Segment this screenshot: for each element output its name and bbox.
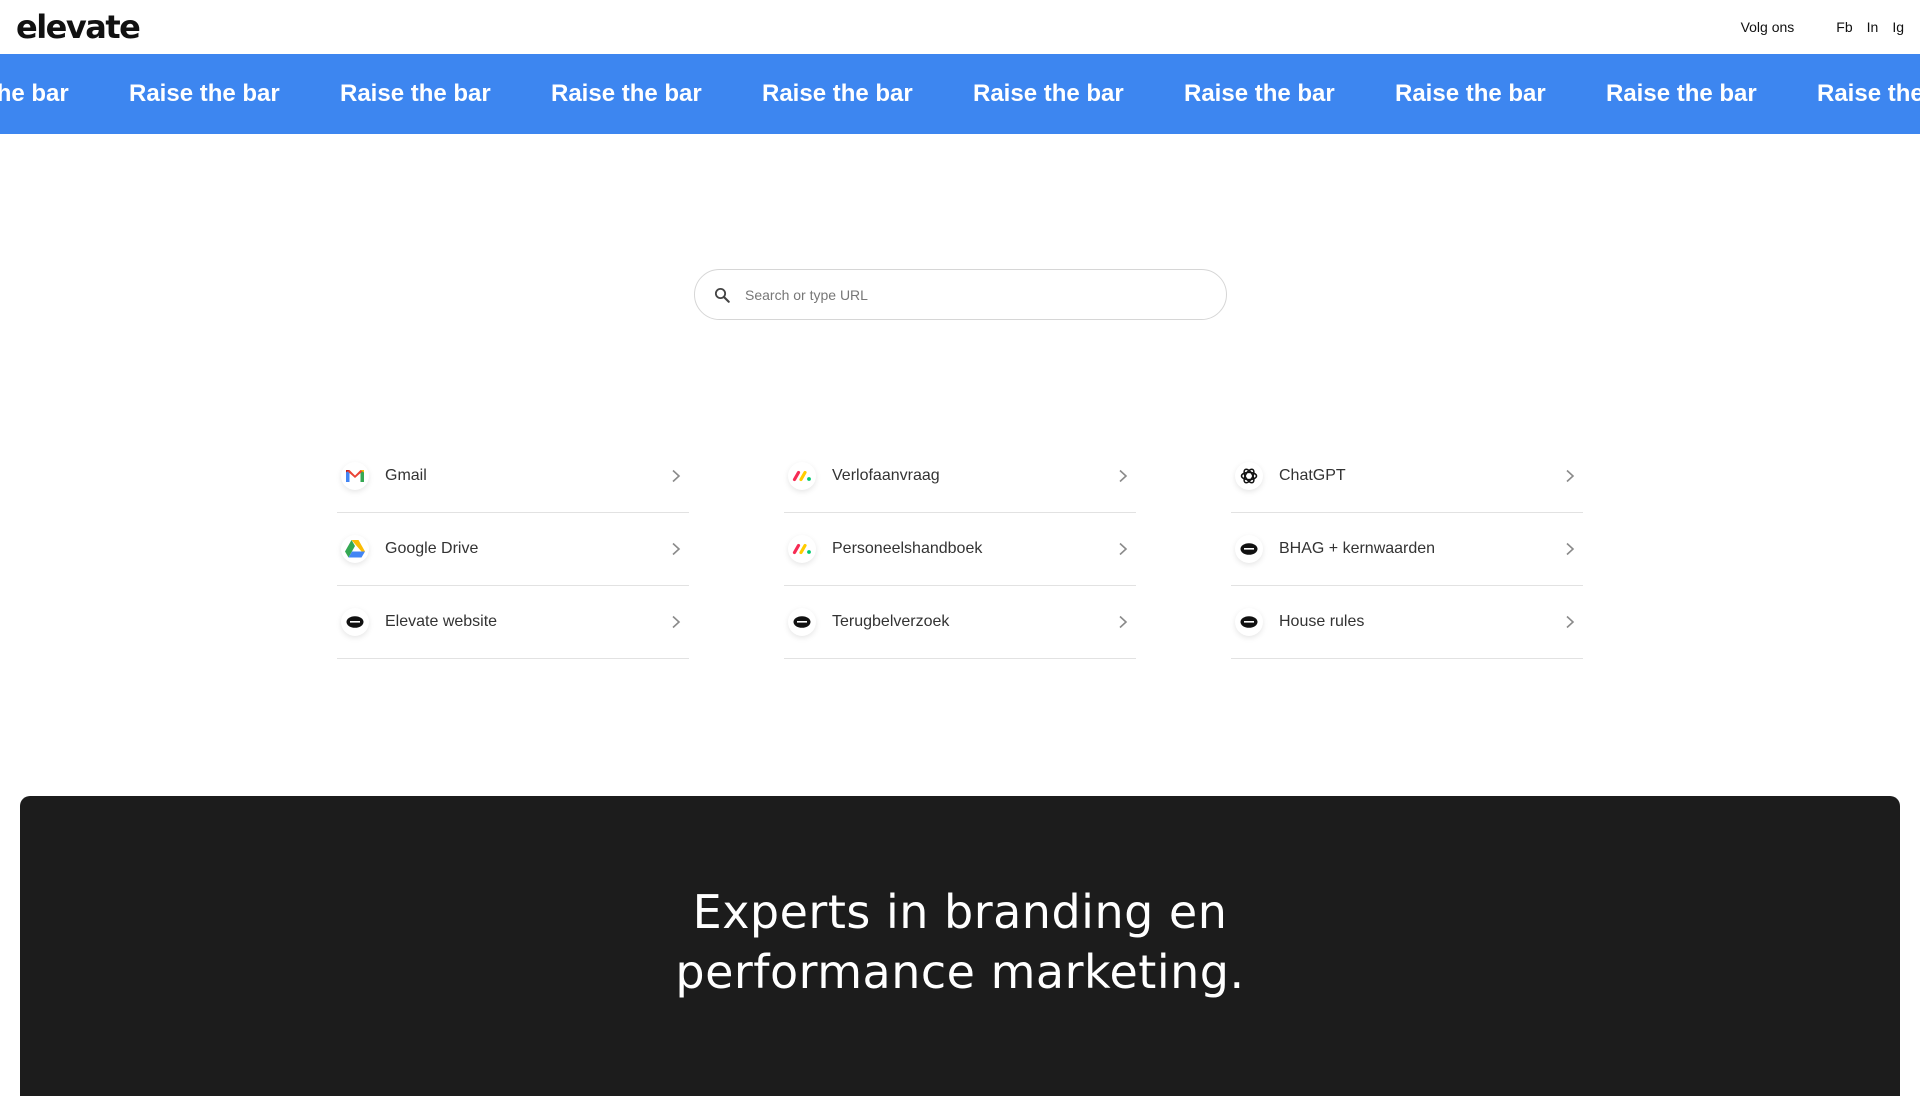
link-personeelshandboek[interactable]: Personeelshandboek xyxy=(784,513,1136,586)
elevate-icon xyxy=(1235,608,1263,636)
hero-heading-line-1: Experts in branding en xyxy=(692,885,1228,939)
elevate-icon xyxy=(341,608,369,636)
link-label: BHAG + kernwaarden xyxy=(1279,540,1436,557)
marquee-item: Raise the bar xyxy=(1395,80,1546,107)
link-google-drive[interactable]: Google Drive xyxy=(337,513,689,586)
chatgpt-icon xyxy=(1235,462,1263,490)
links-column-2: Verlofaanvraag Personeelshandboek Terugb… xyxy=(784,440,1136,659)
marquee-item: Raise the bar xyxy=(1184,80,1335,107)
chevron-right-icon xyxy=(672,615,681,629)
marquee-item: Raise the bar xyxy=(551,80,702,107)
chevron-right-icon xyxy=(672,469,681,483)
link-label: Elevate website xyxy=(385,613,498,630)
chevron-right-icon xyxy=(1566,469,1575,483)
monday-icon xyxy=(788,462,816,490)
links-column-3: ChatGPT BHAG + kernwaarden House rules xyxy=(1231,440,1583,659)
marquee-item: Raise the bar xyxy=(340,80,491,107)
link-label: Gmail xyxy=(385,467,427,484)
marquee-item: Raise the bar xyxy=(0,80,69,107)
quick-links-grid: Gmail Google Drive Elevate website Verlo… xyxy=(337,440,1583,659)
link-gmail[interactable]: Gmail xyxy=(337,440,689,513)
marquee-item: Raise the bar xyxy=(1606,80,1757,107)
hero-heading: Experts in branding en performance marke… xyxy=(20,882,1900,1002)
monday-icon xyxy=(788,535,816,563)
link-house-rules[interactable]: House rules xyxy=(1231,586,1583,659)
link-label: Terugbelverzoek xyxy=(832,613,950,630)
raise-the-bar-marquee: Raise the bar Raise the bar Raise the ba… xyxy=(0,54,1920,134)
search-bar[interactable] xyxy=(694,269,1227,320)
search-icon xyxy=(714,287,730,303)
link-elevate-website[interactable]: Elevate website xyxy=(337,586,689,659)
chevron-right-icon xyxy=(1119,542,1128,556)
links-column-1: Gmail Google Drive Elevate website xyxy=(337,440,689,659)
linkedin-link[interactable]: In xyxy=(1867,19,1879,35)
link-label: Personeelshandboek xyxy=(832,540,983,557)
link-label: House rules xyxy=(1279,613,1365,630)
hero-section: Experts in branding en performance marke… xyxy=(20,796,1900,1096)
google-drive-icon xyxy=(341,535,369,563)
link-label: Verlofaanvraag xyxy=(832,467,940,484)
follow-label: Volg ons xyxy=(1740,19,1795,35)
chevron-right-icon xyxy=(1119,469,1128,483)
link-terugbelverzoek[interactable]: Terugbelverzoek xyxy=(784,586,1136,659)
facebook-link[interactable]: Fb xyxy=(1836,19,1852,35)
chevron-right-icon xyxy=(1566,542,1575,556)
search-input[interactable] xyxy=(743,285,1208,304)
link-bhag-kernwaarden[interactable]: BHAG + kernwaarden xyxy=(1231,513,1583,586)
link-label: Google Drive xyxy=(385,540,479,557)
marquee-item: Raise the bar xyxy=(762,80,913,107)
chevron-right-icon xyxy=(1566,615,1575,629)
elevate-icon xyxy=(1235,535,1263,563)
link-label: ChatGPT xyxy=(1279,467,1346,484)
site-header: elevate Volg ons Fb In Ig xyxy=(0,0,1920,54)
social-links: Volg ons Fb In Ig xyxy=(1741,19,1904,35)
marquee-track: Raise the bar Raise the bar Raise the ba… xyxy=(0,54,1920,134)
hero-heading-line-2: performance marketing. xyxy=(675,945,1245,999)
chevron-right-icon xyxy=(672,542,681,556)
chevron-right-icon xyxy=(1119,615,1128,629)
marquee-item: Raise the bar xyxy=(129,80,280,107)
link-chatgpt[interactable]: ChatGPT xyxy=(1231,440,1583,513)
marquee-item: Raise the bar xyxy=(973,80,1124,107)
elevate-icon xyxy=(788,608,816,636)
gmail-icon xyxy=(341,462,369,490)
elevate-logo[interactable]: elevate xyxy=(16,11,141,43)
instagram-link[interactable]: Ig xyxy=(1892,19,1904,35)
marquee-item: Raise the bar xyxy=(1817,80,1920,107)
link-verlofaanvraag[interactable]: Verlofaanvraag xyxy=(784,440,1136,513)
